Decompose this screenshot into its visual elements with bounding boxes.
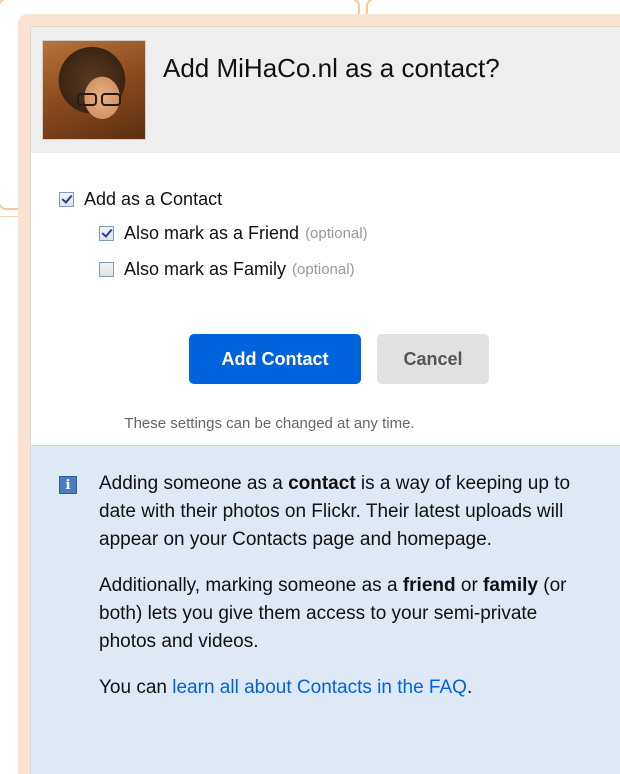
friend-checkbox[interactable] xyxy=(99,226,114,241)
background-divider xyxy=(0,216,18,217)
info-icon: i xyxy=(59,476,77,494)
cancel-button[interactable]: Cancel xyxy=(377,334,489,384)
info-text: Adding someone as a contact is a way of … xyxy=(99,470,599,720)
faq-link[interactable]: learn all about Contacts in the FAQ xyxy=(172,677,467,698)
info-paragraph-faq: You can learn all about Contacts in the … xyxy=(99,677,473,698)
option-add-contact[interactable]: Add as a Contact xyxy=(59,189,222,210)
friend-optional-note: (optional) xyxy=(305,225,368,242)
family-optional-note: (optional) xyxy=(292,261,355,278)
add-contact-label: Add as a Contact xyxy=(84,189,223,209)
info-paragraph-friend-family: Additionally, marking someone as a frien… xyxy=(99,575,567,652)
add-contact-button[interactable]: Add Contact xyxy=(189,334,361,384)
info-panel: i Adding someone as a contact is a way o… xyxy=(31,445,620,774)
option-family[interactable]: Also mark as Family (optional) xyxy=(99,259,355,280)
option-friend[interactable]: Also mark as a Friend (optional) xyxy=(99,223,368,244)
settings-note: These settings can be changed at any tim… xyxy=(124,415,415,432)
add-contact-checkbox[interactable] xyxy=(59,192,74,207)
contact-options: Add as a Contact Also mark as a Friend (… xyxy=(31,153,620,445)
dialog-header: Add MiHaCo.nl as a contact? xyxy=(31,27,620,153)
dialog-title: Add MiHaCo.nl as a contact? xyxy=(163,53,500,83)
avatar xyxy=(42,40,146,140)
family-label: Also mark as Family xyxy=(124,259,287,279)
family-checkbox[interactable] xyxy=(99,262,114,277)
info-paragraph-contact: Adding someone as a contact is a way of … xyxy=(99,473,571,550)
friend-label: Also mark as a Friend xyxy=(124,223,300,243)
add-contact-dialog: Add MiHaCo.nl as a contact? Add as a Con… xyxy=(18,14,620,774)
